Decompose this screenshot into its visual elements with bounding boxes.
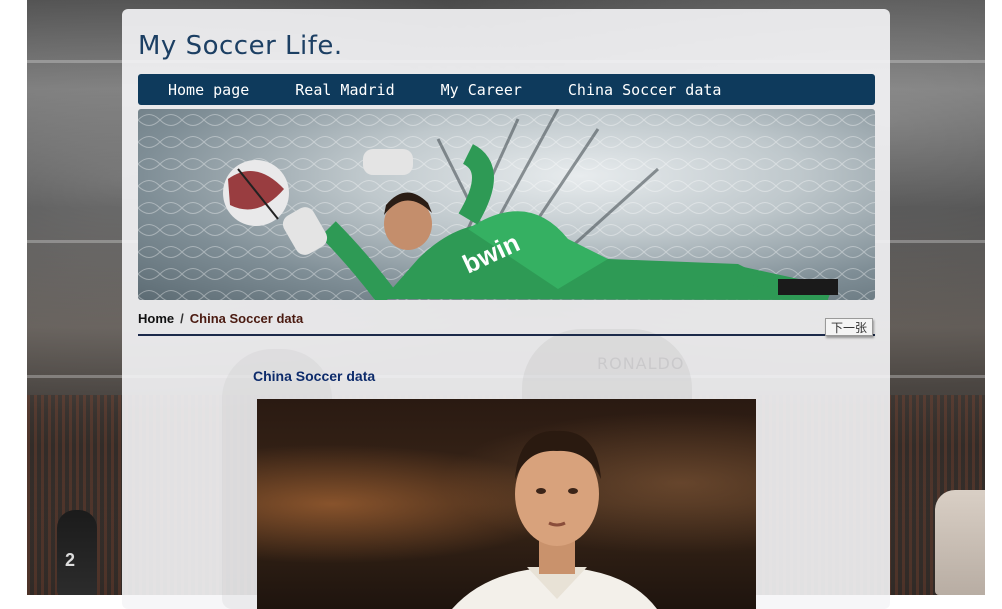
breadcrumb-current: China Soccer data [189, 311, 304, 326]
next-image-button[interactable]: 下一张 [825, 318, 873, 336]
goalkeeper-dive-icon: bwin [138, 109, 875, 300]
breadcrumb-separator: / [180, 311, 184, 326]
player-photo [257, 399, 756, 609]
main-container: RONALDO My Soccer Life. Home page Real M… [122, 9, 890, 609]
nav-item-my-career[interactable]: My Career [441, 81, 522, 99]
player-portrait-icon [452, 430, 657, 609]
nav-item-home-page[interactable]: Home page [168, 81, 249, 99]
goalkeeper-banner-image: bwin [138, 109, 875, 300]
site-title: My Soccer Life. [138, 31, 343, 61]
section-heading: China Soccer data [253, 368, 376, 384]
nav-item-real-madrid[interactable]: Real Madrid [295, 81, 394, 99]
background-player-right [935, 490, 985, 595]
nav-item-china-soccer-data[interactable]: China Soccer data [568, 81, 722, 99]
breadcrumb: Home / China Soccer data [138, 311, 303, 326]
background-player-left: 2 [57, 510, 97, 595]
breadcrumb-home-link[interactable]: Home [138, 311, 174, 326]
breadcrumb-divider [138, 334, 875, 336]
main-nav: Home page Real Madrid My Career China So… [138, 74, 875, 105]
